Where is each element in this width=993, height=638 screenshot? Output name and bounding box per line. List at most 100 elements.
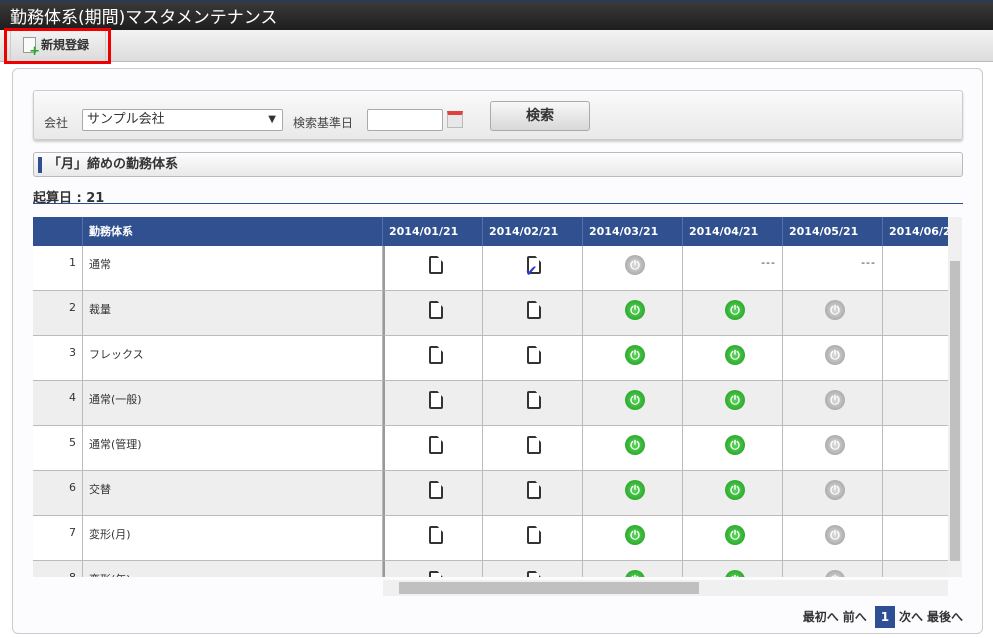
table-cell: ⏻ xyxy=(583,561,683,577)
table-cell: --- xyxy=(883,336,948,381)
row-number: 6 xyxy=(33,471,83,516)
next-page-link[interactable]: 次へ xyxy=(899,610,923,624)
document-icon[interactable] xyxy=(429,346,443,364)
document-icon[interactable] xyxy=(429,481,443,499)
power-on-icon[interactable]: ⏻ xyxy=(725,480,745,500)
prev-page-link[interactable]: 前へ xyxy=(843,610,867,624)
search-button[interactable]: 検索 xyxy=(490,101,590,131)
power-off-icon[interactable]: ⏻ xyxy=(625,255,645,275)
table-cell xyxy=(483,381,583,426)
table-cell: --- xyxy=(883,516,948,561)
company-select[interactable]: サンプル会社 ▼ xyxy=(82,109,283,131)
document-icon[interactable] xyxy=(527,301,541,319)
company-label: 会社 xyxy=(44,116,69,130)
table-cell: --- xyxy=(883,426,948,471)
window-title: 勤務体系(期間)マスタメンテナンス xyxy=(0,0,993,30)
work-system-name[interactable]: 通常(一般) xyxy=(83,381,383,426)
work-system-name[interactable]: 裁量 xyxy=(83,291,383,336)
table-cell: ⏻ xyxy=(683,561,783,577)
document-icon[interactable] xyxy=(527,571,541,577)
work-system-name[interactable]: 変形(月) xyxy=(83,516,383,561)
table-cell: ⏻ xyxy=(783,516,883,561)
power-off-icon[interactable]: ⏻ xyxy=(825,345,845,365)
document-icon[interactable] xyxy=(429,526,443,544)
row-number: 4 xyxy=(33,381,83,426)
scroll-thumb[interactable] xyxy=(399,582,699,594)
power-on-icon[interactable]: ⏻ xyxy=(625,435,645,455)
power-on-icon[interactable]: ⏻ xyxy=(625,570,645,577)
row-number: 2 xyxy=(33,291,83,336)
table-cell: ⏻ xyxy=(583,426,683,471)
power-off-icon[interactable]: ⏻ xyxy=(825,570,845,577)
table-cell: ⏻ xyxy=(783,471,883,516)
table-cell xyxy=(483,471,583,516)
current-page[interactable]: 1 xyxy=(874,606,895,628)
table-cell xyxy=(383,381,483,426)
row-number: 3 xyxy=(33,336,83,381)
document-icon[interactable] xyxy=(429,301,443,319)
checkmark-icon[interactable]: ✔ xyxy=(525,262,538,280)
table-cell: ⏻ xyxy=(783,336,883,381)
table-cell: ⏻ xyxy=(783,561,883,577)
power-off-icon[interactable]: ⏻ xyxy=(825,525,845,545)
power-on-icon[interactable]: ⏻ xyxy=(725,525,745,545)
column-header: 2014/04/21 xyxy=(683,217,783,246)
date-input[interactable] xyxy=(367,109,443,131)
first-page-link[interactable]: 最初へ xyxy=(803,610,839,624)
document-icon[interactable] xyxy=(527,526,541,544)
table-cell xyxy=(483,516,583,561)
document-icon[interactable] xyxy=(429,571,443,577)
power-off-icon[interactable]: ⏻ xyxy=(825,435,845,455)
work-system-name[interactable]: 通常(管理) xyxy=(83,426,383,471)
document-icon[interactable] xyxy=(429,256,443,274)
table-cell: ⏻ xyxy=(583,471,683,516)
column-header: 2014/01/21 xyxy=(383,217,483,246)
row-number: 5 xyxy=(33,426,83,471)
table-cell: --- xyxy=(683,246,783,291)
column-header: 勤務体系 xyxy=(83,217,383,246)
document-icon[interactable] xyxy=(527,481,541,499)
table-cell: ⏻ xyxy=(683,291,783,336)
table-cell: ⏻ xyxy=(683,471,783,516)
power-on-icon[interactable]: ⏻ xyxy=(625,345,645,365)
work-system-name[interactable]: 通常 xyxy=(83,246,383,291)
power-off-icon[interactable]: ⏻ xyxy=(825,390,845,410)
table-cell: ⏻ xyxy=(583,246,683,291)
toolbar: 新規登録 xyxy=(0,30,993,62)
power-on-icon[interactable]: ⏻ xyxy=(725,345,745,365)
dropdown-arrow-icon: ▼ xyxy=(268,114,276,125)
scroll-thumb[interactable] xyxy=(950,261,960,561)
work-system-table: 勤務体系 2014/01/21 2014/02/21 2014/03/21 2014/0… xyxy=(33,217,948,577)
document-icon[interactable] xyxy=(527,346,541,364)
table-cell: --- xyxy=(883,246,948,291)
document-icon[interactable] xyxy=(429,436,443,454)
table-cell: --- xyxy=(883,561,948,577)
document-icon[interactable] xyxy=(527,391,541,409)
power-on-icon[interactable]: ⏻ xyxy=(725,390,745,410)
table-cell: ⏻ xyxy=(683,381,783,426)
document-icon[interactable] xyxy=(527,436,541,454)
horizontal-scrollbar[interactable] xyxy=(383,580,948,596)
row-number: 8 xyxy=(33,561,83,577)
document-icon[interactable] xyxy=(429,391,443,409)
table-cell: ⏻ xyxy=(683,516,783,561)
power-on-icon[interactable]: ⏻ xyxy=(625,390,645,410)
power-on-icon[interactable]: ⏻ xyxy=(725,570,745,577)
power-on-icon[interactable]: ⏻ xyxy=(625,480,645,500)
last-page-link[interactable]: 最後へ xyxy=(927,610,963,624)
calendar-icon[interactable] xyxy=(447,111,463,128)
power-on-icon[interactable]: ⏻ xyxy=(725,300,745,320)
vertical-scrollbar[interactable] xyxy=(948,217,962,577)
power-on-icon[interactable]: ⏻ xyxy=(725,435,745,455)
work-system-name[interactable]: フレックス xyxy=(83,336,383,381)
power-off-icon[interactable]: ⏻ xyxy=(825,300,845,320)
company-value: サンプル会社 xyxy=(87,112,165,127)
table-cell: ⏻ xyxy=(683,336,783,381)
table-cell: ✔ xyxy=(483,246,583,291)
power-on-icon[interactable]: ⏻ xyxy=(625,525,645,545)
table-cell: --- xyxy=(883,291,948,336)
power-on-icon[interactable]: ⏻ xyxy=(625,300,645,320)
power-off-icon[interactable]: ⏻ xyxy=(825,480,845,500)
work-system-name[interactable]: 変形(年) xyxy=(83,561,383,577)
work-system-name[interactable]: 交替 xyxy=(83,471,383,516)
